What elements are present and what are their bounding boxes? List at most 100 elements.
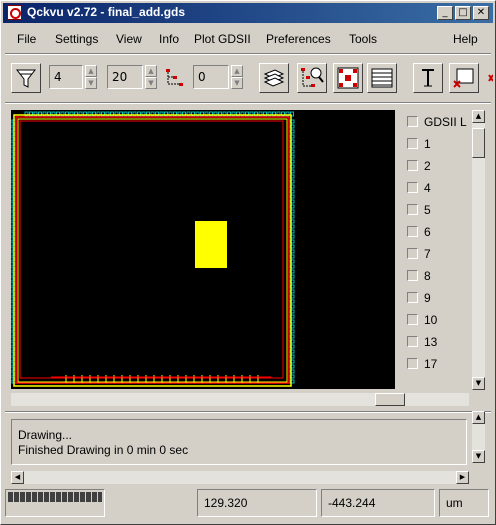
spin-input-2[interactable]: 20	[107, 65, 143, 89]
y-coordinate: -443.244	[321, 489, 435, 517]
scroll-down-icon[interactable]: ▼	[472, 377, 485, 390]
layer-checkbox[interactable]	[407, 226, 418, 237]
layer-label: 5	[424, 203, 431, 217]
menu-separator	[5, 53, 491, 55]
pad-ring-outer	[15, 116, 290, 384]
layer-scrollbar[interactable]: ▲ ▼	[472, 110, 485, 390]
filter-button[interactable]	[11, 63, 41, 93]
layer-label: 9	[424, 291, 431, 305]
console-horizontal-scrollbar[interactable]: ◀ ▶	[11, 471, 469, 484]
units-label: um	[439, 489, 489, 517]
menu-settings[interactable]: Settings	[55, 32, 98, 46]
layer-panel: GDSII L 1 2 4 5 6 7 8 9 10 13 17	[399, 110, 471, 380]
layer-checkbox[interactable]	[407, 314, 418, 325]
scroll-down-icon[interactable]: ▼	[472, 450, 485, 463]
spin-down-icon[interactable]: ▼	[145, 77, 157, 89]
layer-checkbox[interactable]	[407, 160, 418, 171]
title-bar[interactable]: Qckvu v2.72 - final_add.gds _ □ ✕	[3, 3, 493, 23]
layer-checkbox[interactable]	[407, 292, 418, 303]
console-line: Finished Drawing in 0 min 0 sec	[18, 443, 189, 457]
toolbar: 4 ▲ ▼ 20 ▲ ▼ 0 ▲ ▼	[3, 57, 493, 101]
layer-checkbox[interactable]	[407, 248, 418, 259]
scroll-up-icon[interactable]: ▲	[472, 110, 485, 123]
menu-help[interactable]: Help	[453, 32, 478, 46]
layer-checkbox[interactable]	[407, 182, 418, 193]
canvas-horizontal-scrollbar[interactable]	[11, 393, 469, 406]
layout-canvas[interactable]	[11, 110, 395, 389]
chip-core-outline	[17, 118, 288, 383]
hierarchy-icon	[163, 67, 187, 89]
layer-label: 17	[424, 357, 438, 371]
close-button[interactable]: ✕	[473, 6, 489, 20]
spin-arrows-1[interactable]: ▲ ▼	[85, 65, 97, 89]
menu-preferences[interactable]: Preferences	[266, 32, 331, 46]
layer-checkbox[interactable]	[407, 204, 418, 215]
scroll-right-icon[interactable]: ▶	[456, 471, 469, 484]
message-console: Drawing... Finished Drawing in 0 min 0 s…	[11, 419, 467, 465]
text-tool-icon	[422, 69, 434, 87]
filter-icon	[15, 69, 37, 88]
clipped-toolbar-icon[interactable]	[483, 67, 493, 91]
progress-indicator	[5, 489, 105, 517]
layer-label: 10	[424, 313, 438, 327]
maximize-button[interactable]: □	[455, 6, 471, 20]
spin-arrows-2[interactable]: ▲ ▼	[145, 65, 157, 89]
layer-label: 7	[424, 247, 431, 261]
window-title: Qckvu v2.72 - final_add.gds	[27, 5, 186, 19]
pad-ring-inner	[19, 120, 284, 379]
spin-up-icon[interactable]: ▲	[85, 65, 97, 77]
layer-label: 2	[424, 159, 431, 173]
spin-input-1[interactable]: 4	[49, 65, 83, 89]
menu-view[interactable]: View	[116, 32, 142, 46]
layer-checkbox[interactable]	[407, 336, 418, 347]
scroll-left-icon[interactable]: ◀	[11, 471, 24, 484]
menu-file[interactable]: File	[17, 32, 36, 46]
menu-plot-gdsii[interactable]: Plot GDSII	[194, 32, 251, 46]
scroll-thumb[interactable]	[472, 128, 485, 158]
spin-down-icon[interactable]: ▼	[85, 77, 97, 89]
spin-input-3[interactable]: 0	[193, 65, 229, 89]
gds-layout-drawing	[11, 111, 295, 387]
zoom-hierarchy-icon	[301, 67, 324, 87]
qckvu-window: Qckvu v2.72 - final_add.gds _ □ ✕ File S…	[0, 0, 496, 525]
layer-checkbox[interactable]	[407, 138, 418, 149]
select-box-icon	[453, 68, 474, 88]
console-separator	[5, 411, 491, 413]
layer-label: 4	[424, 181, 431, 195]
toolbar-separator	[5, 102, 491, 104]
layer-label: 8	[424, 269, 431, 283]
layer-label: 6	[424, 225, 431, 239]
layer-header-label: GDSII L	[424, 115, 467, 129]
console-scrollbar[interactable]: ▲ ▼	[472, 411, 485, 463]
select-box-button[interactable]	[449, 63, 479, 93]
layer-checkbox[interactable]	[407, 358, 418, 369]
text-tool-button[interactable]	[413, 63, 443, 93]
spin-up-icon[interactable]: ▲	[231, 65, 243, 77]
scroll-up-icon[interactable]: ▲	[472, 411, 485, 424]
layer-checkbox[interactable]	[407, 270, 418, 281]
chip-outline	[13, 114, 292, 387]
grid-lines-icon	[371, 68, 393, 88]
menu-info[interactable]: Info	[159, 32, 179, 46]
fit-view-button[interactable]	[333, 63, 363, 93]
final-add-block	[195, 221, 227, 268]
layer-checkbox[interactable]	[407, 116, 418, 127]
spin-arrows-3[interactable]: ▲ ▼	[231, 65, 243, 89]
menu-tools[interactable]: Tools	[349, 32, 377, 46]
x-coordinate: 129.320	[197, 489, 317, 517]
layers-button[interactable]	[259, 63, 289, 93]
layers-icon	[263, 69, 285, 87]
layer-label: 13	[424, 335, 438, 349]
spin-down-icon[interactable]: ▼	[231, 77, 243, 89]
spin-up-icon[interactable]: ▲	[145, 65, 157, 77]
console-line: Drawing...	[18, 428, 73, 442]
fit-view-icon	[337, 67, 359, 89]
layer-label: 1	[424, 137, 431, 151]
status-bar: 129.320 -443.244 um	[5, 487, 491, 521]
minimize-button[interactable]: _	[437, 6, 453, 20]
menu-bar: File Settings View Info Plot GDSII Prefe…	[3, 27, 493, 51]
app-icon[interactable]	[7, 5, 22, 20]
hscroll-thumb[interactable]	[375, 393, 405, 406]
grid-button[interactable]	[367, 63, 397, 93]
zoom-hierarchy-button[interactable]	[297, 63, 327, 93]
